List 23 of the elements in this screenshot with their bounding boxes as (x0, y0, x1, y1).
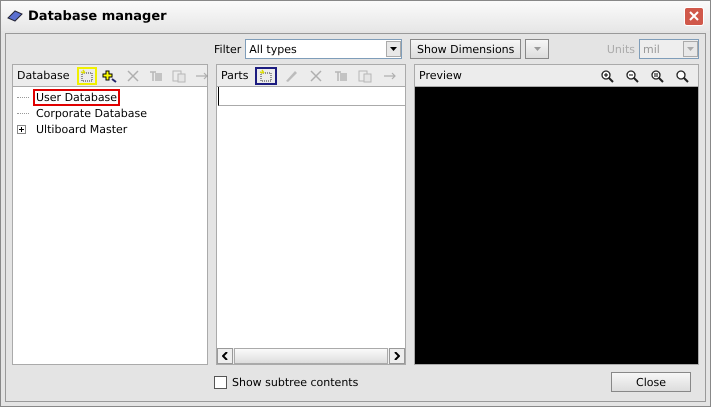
caret-icon (534, 47, 541, 51)
tree-item[interactable]: Corporate Database (33, 104, 150, 122)
filter-label: Filter (214, 42, 242, 56)
panel-title: Database (17, 69, 70, 82)
panel-title: Preview (419, 69, 462, 82)
checkbox[interactable] (214, 376, 227, 388)
tree-item[interactable]: User Database (33, 88, 120, 106)
filter-dropdown[interactable]: All types (245, 39, 402, 59)
close-icon[interactable] (684, 6, 704, 26)
expand-toggle[interactable] (17, 124, 26, 134)
horizontal-scrollbar[interactable] (217, 348, 405, 364)
checkbox-label: Show subtree contents (232, 376, 358, 388)
show-dimensions-button[interactable]: Show Dimensions (410, 39, 522, 59)
panel-title: Parts (221, 69, 248, 82)
units-label: Units (606, 42, 635, 56)
app-icon (7, 10, 23, 22)
caret-icon[interactable] (390, 47, 397, 51)
close-button[interactable]: Close (611, 372, 691, 392)
new-item-icon[interactable] (255, 66, 278, 84)
list-header-field[interactable] (218, 87, 405, 106)
tree-item[interactable]: Ultiboard Master (33, 120, 130, 138)
dropdown-button[interactable] (525, 39, 550, 59)
window-title: Database manager (28, 8, 167, 24)
